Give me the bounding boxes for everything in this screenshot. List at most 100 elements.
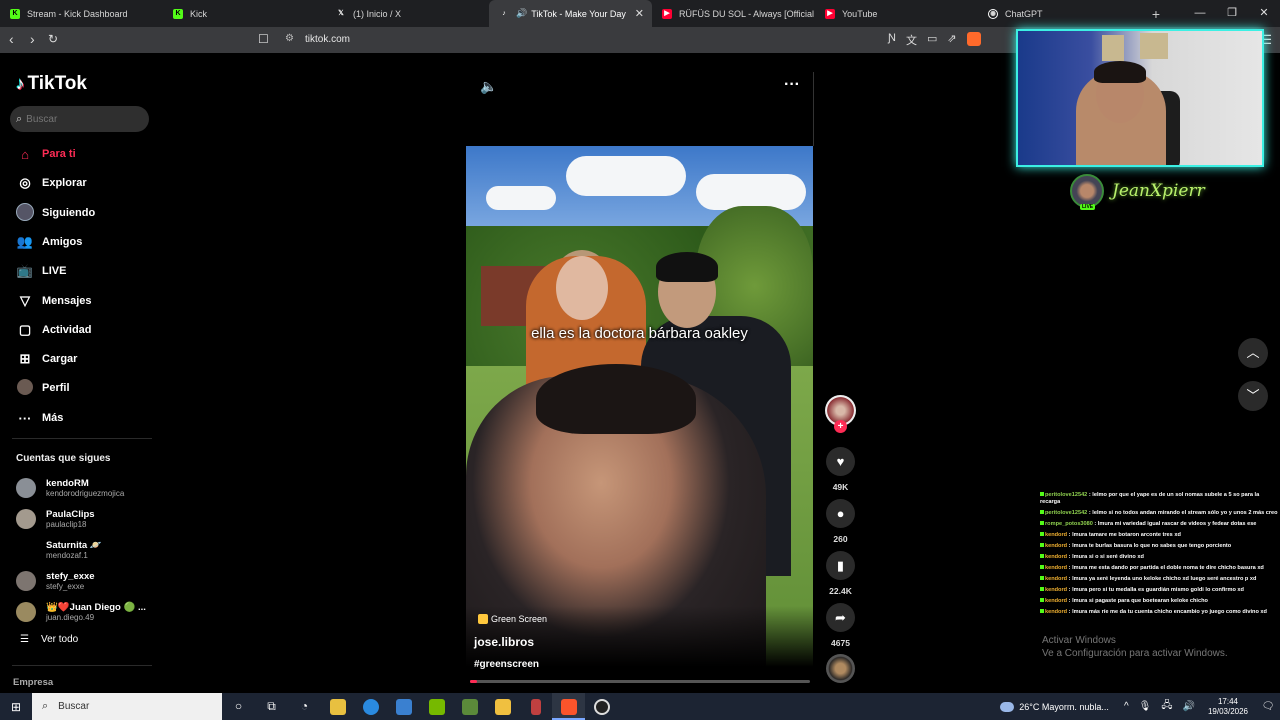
save-button[interactable]: ▮: [826, 551, 855, 580]
nav-siguiendo[interactable]: Siguiendo: [16, 202, 95, 223]
tab-rufus-du-sol[interactable]: ▶ RÜFÜS DU SOL - Always [Official Au: [652, 0, 815, 27]
chat-message: peritolove12542 : lelmo por que el yape …: [1040, 492, 1260, 505]
nav-mensajes[interactable]: ▽ Mensajes: [16, 291, 92, 311]
nav-explorar[interactable]: ◎ Explorar: [16, 173, 86, 193]
task-view-icon[interactable]: ⧉: [255, 693, 288, 720]
tab-tiktok[interactable]: ♪ 🔊 TikTok - Make Your Day ✕: [489, 0, 652, 27]
next-video-button[interactable]: ﹀: [1238, 381, 1268, 411]
nav-label: Cargar: [42, 353, 78, 365]
nav-para-ti[interactable]: ⌂ Para ti: [16, 144, 76, 164]
close-tab-icon[interactable]: ✕: [635, 7, 644, 20]
nav-mas[interactable]: ··· Más: [16, 408, 64, 428]
mail-icon[interactable]: [387, 693, 420, 720]
chat-username: kendord: [1045, 565, 1068, 571]
url-field[interactable]: tiktok.com: [305, 34, 350, 45]
brave-shield-icon[interactable]: [966, 32, 981, 46]
nav-amigos[interactable]: 👥 Amigos: [16, 232, 82, 252]
brave-icon[interactable]: [552, 693, 585, 720]
edge-icon[interactable]: [354, 693, 387, 720]
see-all-button[interactable]: ☰ Ver todo: [20, 634, 78, 645]
bookmark-icon[interactable]: ☐: [258, 32, 269, 46]
weather-widget[interactable]: 26°C Mayorm. nubla...: [1000, 701, 1109, 712]
speedometer-icon[interactable]: ◔: [288, 693, 321, 720]
avatar: [16, 540, 36, 560]
nvidia-icon[interactable]: [420, 693, 453, 720]
video-progress-bar[interactable]: [470, 680, 810, 683]
volume-icon[interactable]: 🔈: [480, 78, 497, 95]
forward-icon[interactable]: ›: [30, 31, 35, 47]
clock[interactable]: 17:44 19/03/2026: [1208, 697, 1248, 717]
tab-kick-dashboard[interactable]: K Stream - Kick Dashboard: [0, 0, 163, 27]
minimize-icon[interactable]: —: [1184, 0, 1216, 27]
effect-label: Green Screen: [491, 614, 548, 624]
network-icon[interactable]: 🖧: [1161, 698, 1172, 715]
windows-activation-watermark: Activar Windows Ve a Configuración para …: [1042, 634, 1228, 660]
following-account[interactable]: 👑❤️Juan Diego 🟢 ... juan.diego.49: [16, 599, 146, 625]
nav-actividad[interactable]: ▢ Actividad: [16, 320, 92, 340]
tab-kick[interactable]: K Kick: [163, 0, 326, 27]
effect-badge[interactable]: Green Screen: [478, 612, 547, 626]
more-icon: ···: [18, 410, 32, 426]
app-icon[interactable]: [519, 693, 552, 720]
follow-plus-icon[interactable]: +: [834, 420, 847, 433]
file-explorer-icon[interactable]: [486, 693, 519, 720]
chat-message: rompe_potos3080 : lmura mi variedad igua…: [1040, 521, 1278, 528]
obs-icon[interactable]: [585, 693, 618, 720]
video-hashtag[interactable]: #greenscreen: [474, 659, 539, 670]
nav-cargar[interactable]: ⊞ Cargar: [16, 349, 78, 369]
more-options-icon[interactable]: ···: [784, 76, 800, 94]
volume-icon[interactable]: 🔊: [1183, 701, 1195, 712]
reader-mode-icon[interactable]: Ɲ: [888, 32, 896, 48]
like-button[interactable]: ♥: [826, 447, 855, 476]
chat-text: lmura tamare me botaron arconte tres xd: [1072, 532, 1181, 538]
share-icon[interactable]: ⇗: [947, 32, 956, 48]
account-username: mendozaf.1: [46, 551, 88, 560]
cortana-icon[interactable]: ○: [222, 693, 255, 720]
close-window-icon[interactable]: ✕: [1248, 0, 1280, 27]
following-account[interactable]: Saturnita 🪐 mendozaf.1: [16, 537, 102, 563]
tiktok-logo[interactable]: ♪ TikTok: [16, 73, 87, 95]
video-player[interactable]: ella es la doctora bárbara oakley: [466, 146, 813, 682]
previous-video-button[interactable]: ︿: [1238, 338, 1268, 368]
comment-button[interactable]: ●: [826, 499, 855, 528]
account-name: PaulaClips: [46, 509, 95, 520]
tab-chatgpt[interactable]: ✺ ChatGPT: [978, 0, 1141, 27]
video-author[interactable]: jose.libros: [474, 635, 534, 649]
notification-icon[interactable]: 🗨: [1256, 701, 1280, 712]
following-account[interactable]: stefy_exxe stefy_exxe: [16, 568, 95, 594]
wall-poster: [1140, 33, 1168, 59]
tab-x[interactable]: 𝕏 (1) Inicio / X: [326, 0, 489, 27]
heart-icon: ♥: [836, 454, 845, 469]
tab-youtube[interactable]: ▶ YouTube: [815, 0, 978, 27]
minecraft-icon[interactable]: [453, 693, 486, 720]
chat-username: rompe_potos3080: [1045, 521, 1093, 527]
restore-icon[interactable]: ❐: [1216, 0, 1248, 27]
youtube-icon: ▶: [825, 8, 835, 19]
search-box[interactable]: ⌕: [10, 106, 149, 132]
video-cloud: [696, 174, 806, 210]
site-info-icon[interactable]: ⚙: [285, 33, 294, 44]
store-icon[interactable]: [321, 693, 354, 720]
company-link[interactable]: Empresa: [13, 677, 53, 688]
microphone-icon[interactable]: 🎙: [1139, 701, 1152, 712]
search-input[interactable]: [26, 113, 137, 125]
translate-icon[interactable]: 文: [906, 32, 917, 48]
cast-icon[interactable]: ▭: [927, 32, 937, 48]
reload-icon[interactable]: ↻: [48, 32, 58, 46]
upload-icon: ⊞: [19, 351, 31, 366]
following-account[interactable]: PaulaClips paulaclip18: [16, 506, 95, 532]
nav-live[interactable]: 📺 LIVE: [16, 261, 67, 281]
nav-perfil[interactable]: Perfil: [16, 378, 70, 398]
address-bar-icons: Ɲ 文 ▭ ⇗: [888, 32, 981, 48]
youtube-icon: ▶: [662, 8, 672, 19]
new-tab-button[interactable]: +: [1141, 6, 1171, 22]
streamer-name: JeanXpierr: [1112, 181, 1205, 201]
divider: [12, 665, 152, 666]
following-account[interactable]: kendoRM kendorodriguezmojica: [16, 475, 124, 501]
chevron-up-icon[interactable]: ^: [1124, 701, 1129, 712]
windows-start-icon[interactable]: ⊞: [0, 700, 32, 714]
taskbar-search[interactable]: ⌕ Buscar: [32, 693, 222, 720]
share-button[interactable]: ➦: [826, 603, 855, 632]
back-icon[interactable]: ‹: [9, 31, 14, 47]
music-disc-icon[interactable]: [826, 654, 855, 683]
